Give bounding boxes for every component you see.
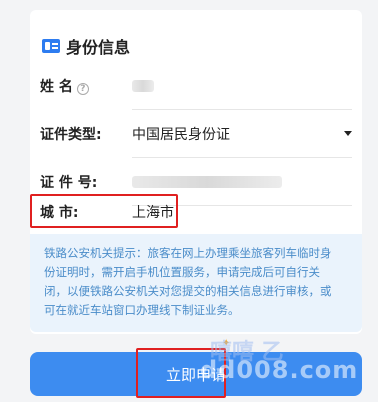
section-title: 身份信息 — [66, 38, 131, 57]
notice-box: 铁路公安机关提示：旅客在网上办理乘坐旅客列车临时身份证明时，需开启手机位置服务，… — [30, 234, 362, 332]
city-highlight-box — [30, 194, 178, 228]
identity-card: 身份信息 姓 名? 证件类型: 中国居民身份证 证 件 号: 城 市: 上海市 … — [30, 10, 362, 334]
name-field[interactable] — [132, 62, 352, 110]
help-icon[interactable]: ? — [76, 83, 89, 95]
notice-text: 铁路公安机关提示：旅客在网上办理乘坐旅客列车临时身份证明时，需开启手机位置服务，… — [44, 246, 332, 317]
id-type-value: 中国居民身份证 — [132, 126, 230, 143]
chevron-down-icon — [344, 131, 352, 136]
id-number-blurred-value — [132, 175, 282, 188]
name-label: 姓 名? — [40, 76, 122, 96]
watermark-text: dd008.com — [200, 356, 359, 384]
id-type-select[interactable]: 中国居民身份证 — [132, 110, 352, 158]
id-type-row: 证件类型: 中国居民身份证 — [40, 110, 362, 158]
section-header: 身份信息 — [42, 34, 130, 58]
id-card-icon — [42, 39, 60, 53]
id-type-label: 证件类型: — [40, 127, 102, 143]
name-row: 姓 名? — [40, 62, 362, 110]
name-label-text: 姓 名 — [40, 79, 73, 95]
name-blurred-value — [132, 79, 154, 92]
